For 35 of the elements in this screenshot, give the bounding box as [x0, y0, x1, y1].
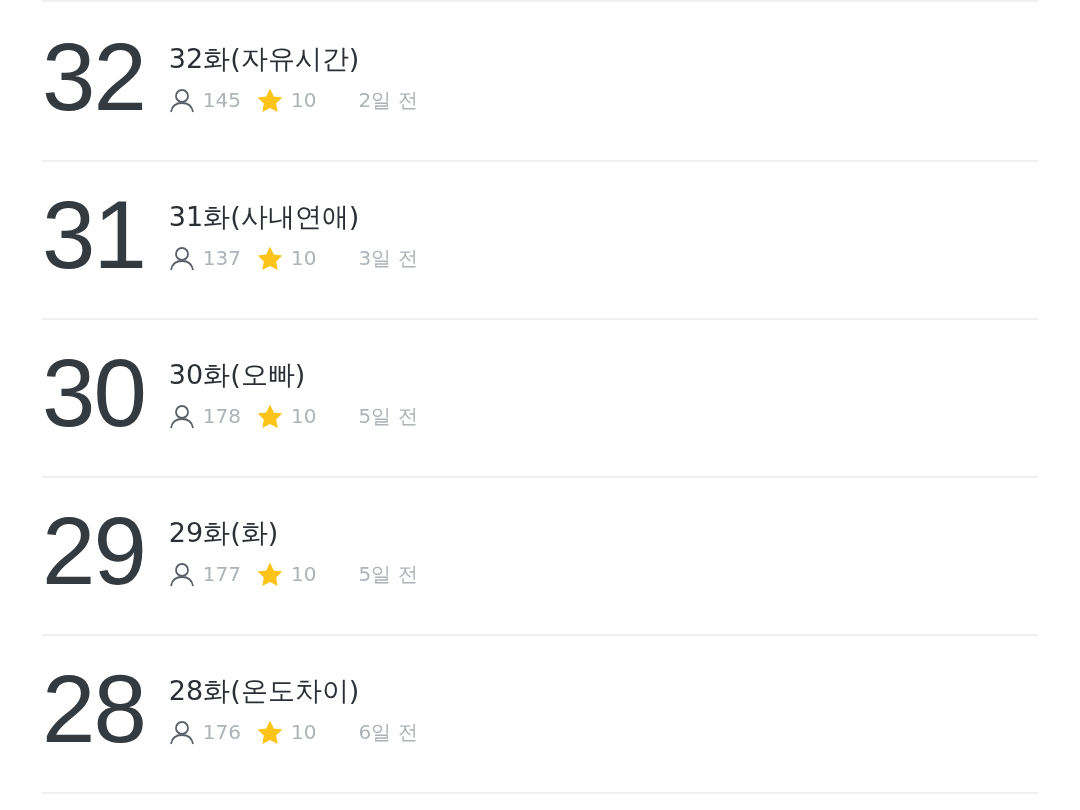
date: 5일 전: [358, 560, 418, 588]
view-count: 145: [202, 88, 241, 112]
view-count: 137: [202, 246, 241, 270]
person-icon: [168, 403, 195, 429]
star-icon: [256, 245, 283, 271]
star-icon: [256, 87, 283, 113]
rating: 10: [290, 246, 317, 270]
date: 2일 전: [358, 86, 418, 114]
rating: 10: [290, 562, 317, 586]
episode-title[interactable]: 28화(온도차이): [168, 672, 418, 709]
episode-title[interactable]: 30화(오빠): [168, 356, 418, 393]
episode-number: 29: [42, 503, 145, 606]
view-count: 177: [202, 562, 241, 586]
episode-title[interactable]: 29화(화): [168, 514, 418, 551]
date: 5일 전: [358, 402, 418, 430]
star-icon: [256, 561, 283, 587]
episode-number: 30: [42, 345, 145, 448]
date: 3일 전: [358, 244, 418, 272]
rating: 10: [290, 88, 317, 112]
star-icon: [256, 719, 283, 745]
episode-number: 31: [42, 187, 145, 290]
rating: 10: [290, 404, 317, 428]
episode-number: 28: [42, 661, 145, 764]
episode-title[interactable]: 32화(자유시간): [168, 40, 418, 77]
rating: 10: [290, 720, 317, 744]
person-icon: [168, 719, 195, 745]
date: 6일 전: [358, 718, 418, 746]
episode-title[interactable]: 31화(사내연애): [168, 198, 418, 235]
star-icon: [256, 403, 283, 429]
person-icon: [168, 245, 195, 271]
person-icon: [168, 87, 195, 113]
episode-number: 32: [42, 29, 145, 132]
view-count: 178: [202, 404, 241, 428]
view-count: 176: [202, 720, 241, 744]
person-icon: [168, 561, 195, 587]
